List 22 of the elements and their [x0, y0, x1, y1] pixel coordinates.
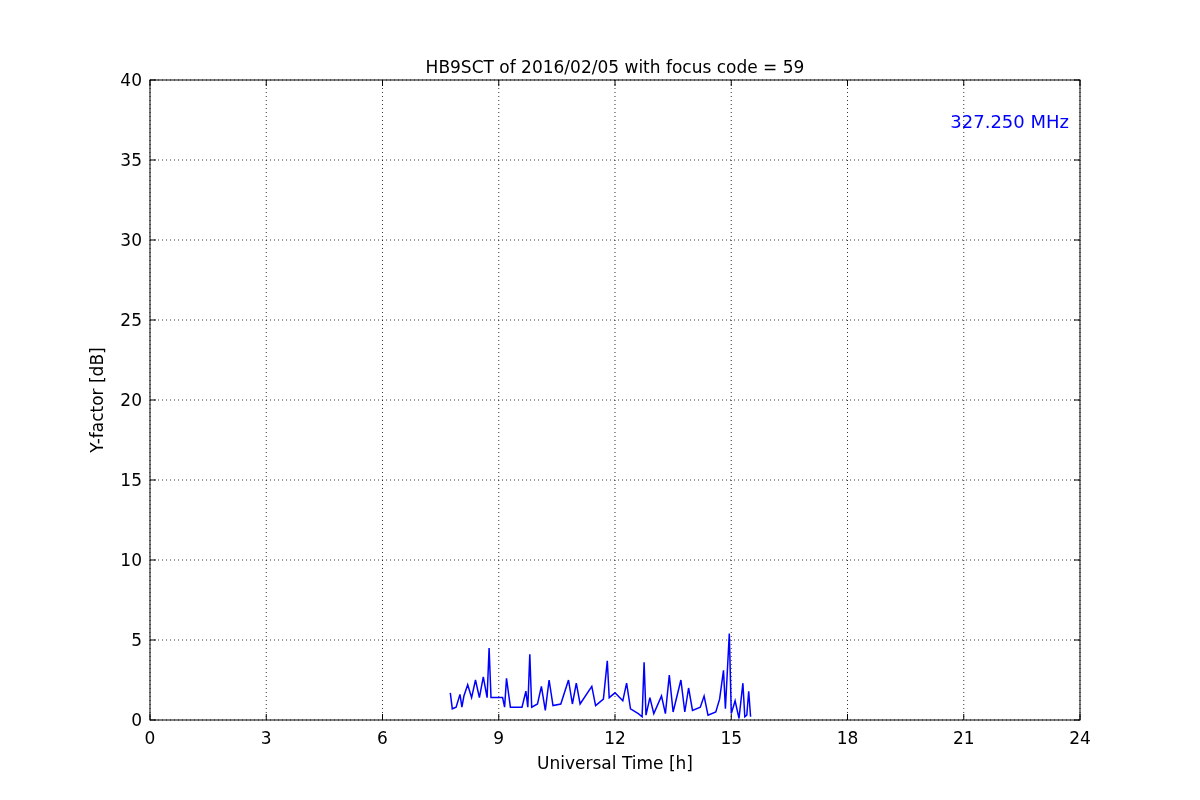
tick-label: 40: [120, 70, 142, 90]
tick-label: 3: [260, 728, 272, 748]
tick-label: 12: [604, 728, 626, 748]
tick-label: 18: [836, 728, 859, 748]
tick-label: 20: [120, 390, 142, 410]
tick-label: 35: [120, 150, 142, 170]
chart-title: HB9SCT of 2016/02/05 with focus code = 59: [425, 57, 805, 77]
tick-label: 5: [131, 630, 142, 650]
tick-label: 25: [120, 310, 142, 330]
tick-label: 10: [120, 550, 142, 570]
tick-label: 15: [120, 470, 142, 490]
tick-label: 30: [120, 230, 142, 250]
axis-label: Y-factor [dB]: [87, 347, 107, 453]
tick-label: 21: [952, 728, 975, 748]
frequency-label: 327.250 MHz: [950, 111, 1069, 132]
tick-label: 15: [720, 728, 743, 748]
axis-label: Universal Time [h]: [537, 753, 693, 773]
tick-label: 6: [377, 728, 388, 748]
tick-label: 9: [493, 728, 505, 748]
tick-label: 0: [131, 710, 142, 730]
tick-label: 0: [144, 728, 156, 748]
tick-label: 24: [1069, 728, 1091, 748]
